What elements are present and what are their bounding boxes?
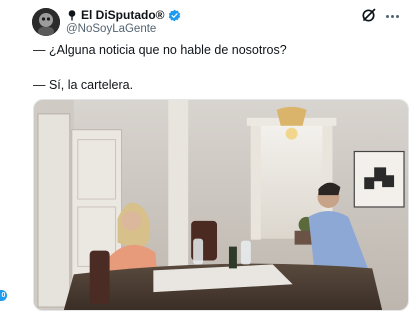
handle[interactable]: @NoSoyLaGente — [66, 23, 156, 35]
post-image[interactable] — [33, 99, 409, 311]
more-options-icon[interactable] — [386, 13, 402, 19]
verified-badge-icon — [168, 9, 180, 21]
pin-icon — [68, 10, 76, 21]
tweet[interactable]: El DiSputado® @NoSoyLaGente — ¿Alguna no… — [0, 0, 409, 317]
post-text-line: — ¿Alguna noticia que no hable de nosotr… — [33, 43, 287, 57]
display-name[interactable]: El DiSputado® — [81, 8, 165, 22]
avatar[interactable] — [32, 8, 60, 36]
side-badge[interactable]: 0 — [0, 290, 7, 301]
grok-icon[interactable] — [361, 7, 377, 23]
post-text-line: — Sí, la cartelera. — [33, 78, 134, 92]
avatar-photo — [32, 8, 60, 36]
meeting-photo — [34, 100, 408, 310]
author-row: El DiSputado® — [66, 8, 181, 22]
